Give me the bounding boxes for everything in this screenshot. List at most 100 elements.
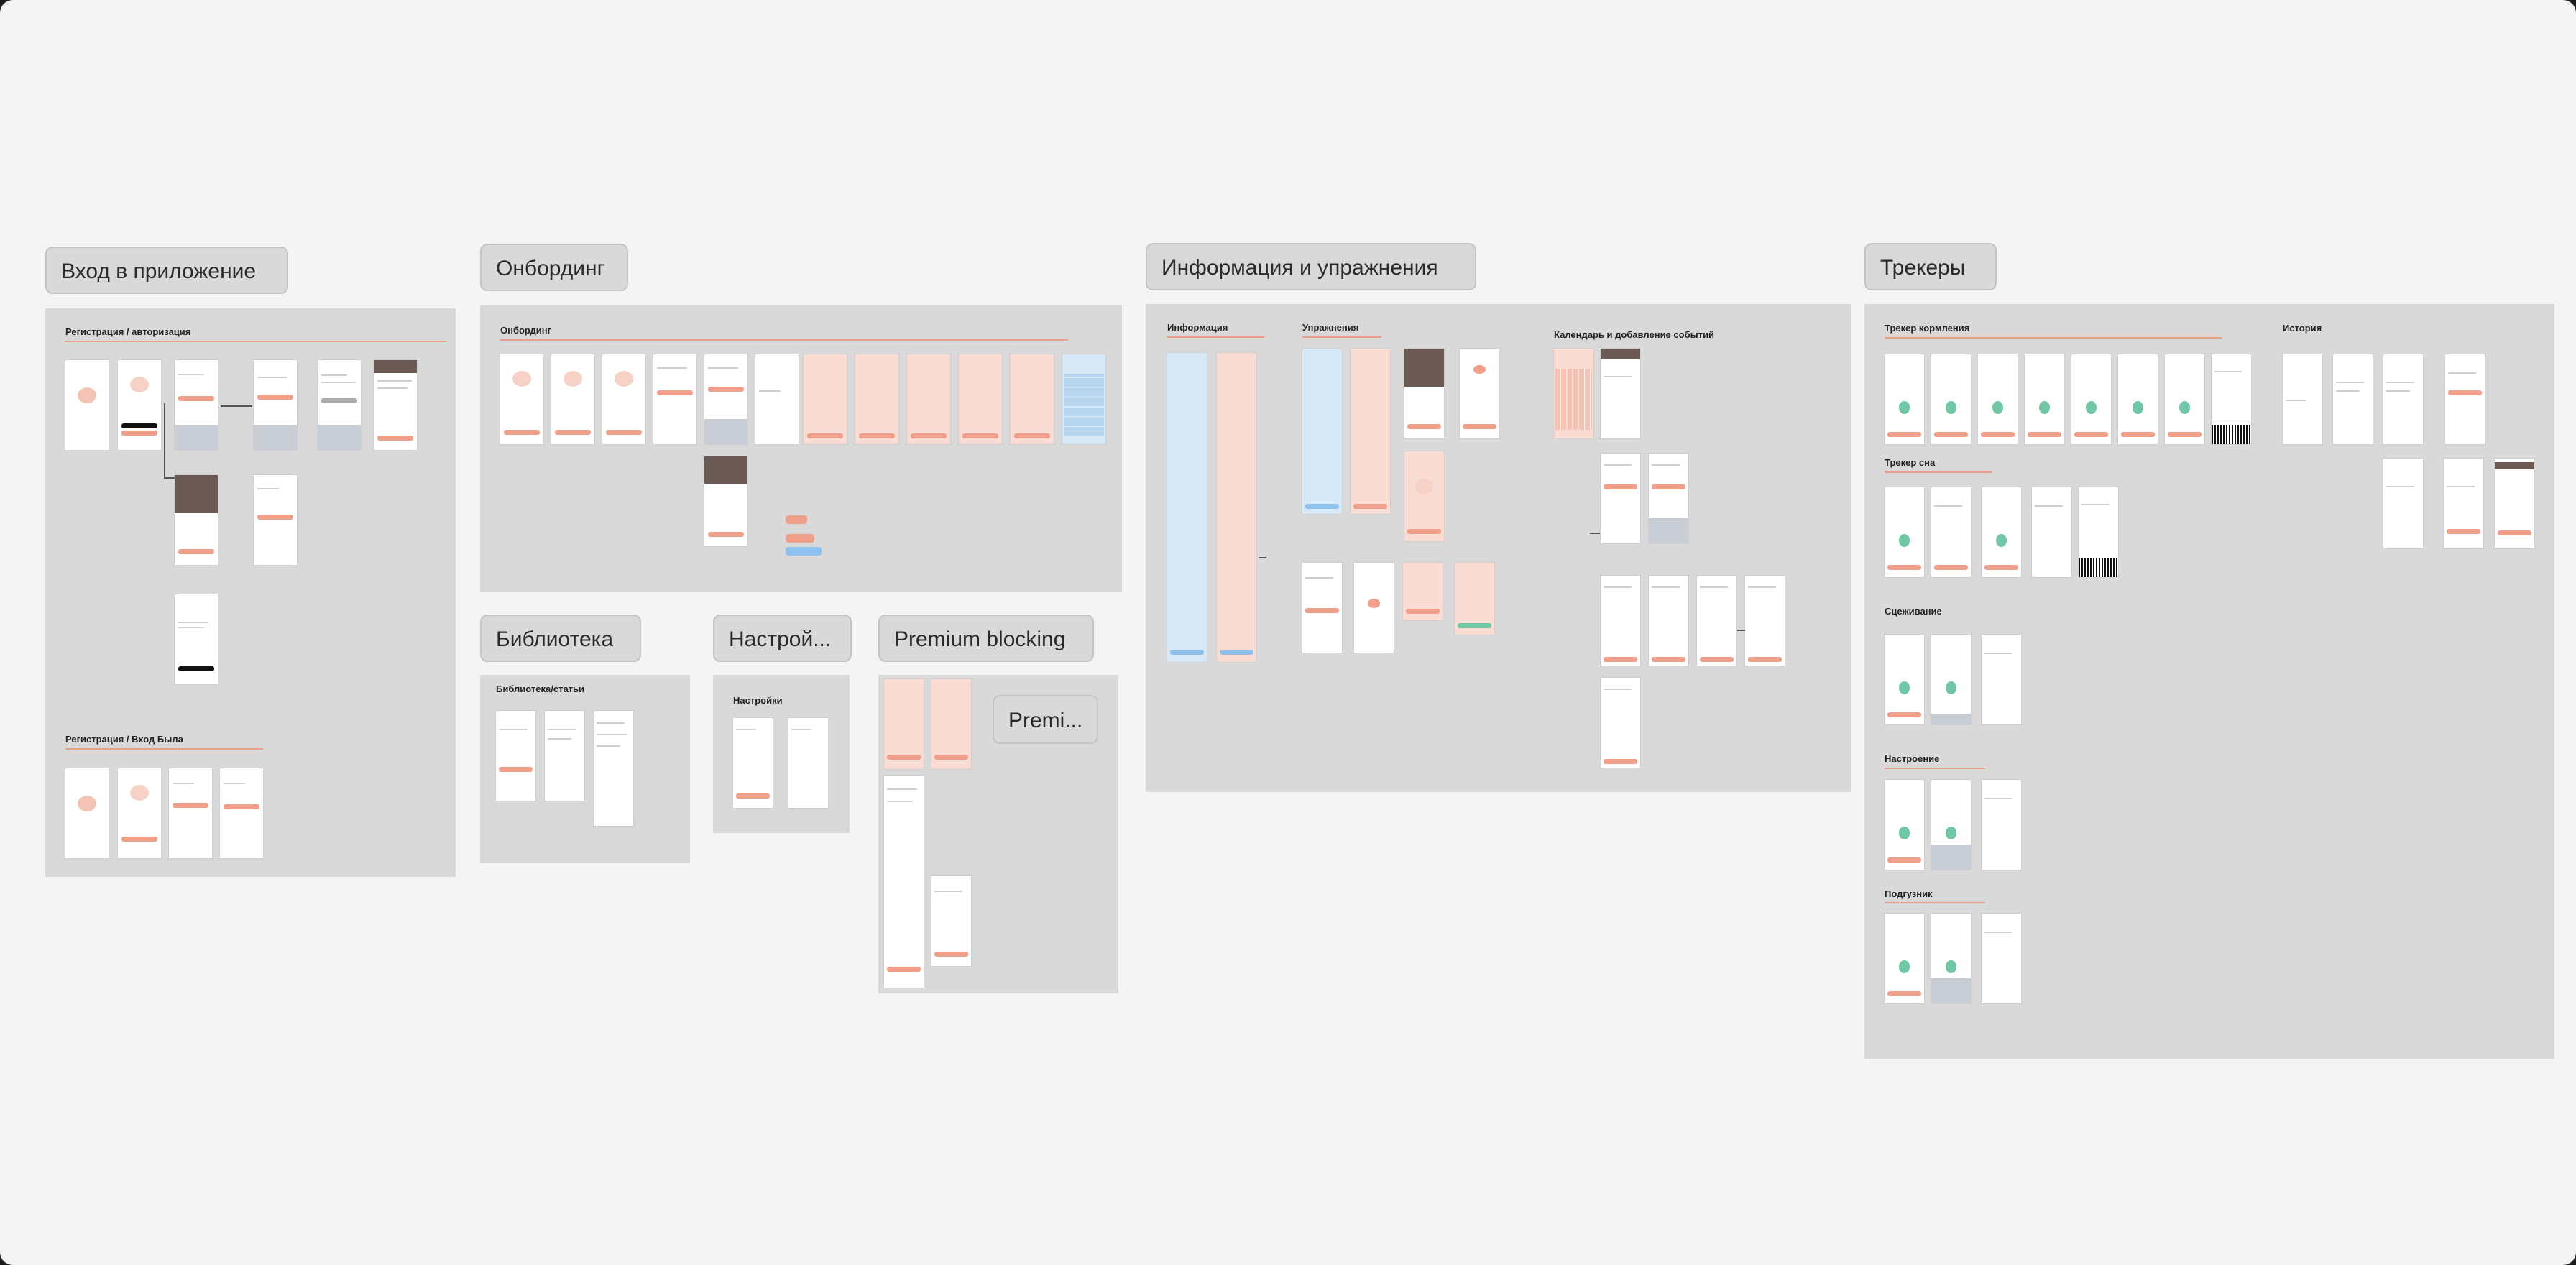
screen-frame[interactable] <box>704 354 748 444</box>
screen-frame[interactable] <box>2333 354 2373 444</box>
screen-frame[interactable] <box>254 475 297 565</box>
component-swatch[interactable] <box>786 534 814 543</box>
screen-frame[interactable] <box>1601 349 1640 438</box>
section-panel-info[interactable]: Информация Упражнения Календарь и добавл… <box>1146 304 1852 792</box>
screen-frame[interactable] <box>169 768 212 858</box>
section-label-entry[interactable]: Вход в приложение <box>45 247 288 294</box>
screen-frame[interactable] <box>2071 354 2111 444</box>
screen-frame[interactable] <box>1885 354 1924 444</box>
screen-frame[interactable] <box>1460 349 1499 438</box>
screen-frame[interactable] <box>1302 349 1342 514</box>
screen-frame[interactable] <box>1885 780 1924 870</box>
section-panel-entry[interactable]: Регистрация / авторизация Регистрация / … <box>45 308 456 877</box>
section-panel-onboarding[interactable]: Онбординг <box>480 305 1122 592</box>
screen-frame[interactable] <box>545 711 584 801</box>
screen-frame[interactable] <box>653 354 696 444</box>
screen-frame[interactable] <box>1354 563 1394 653</box>
screen-frame[interactable] <box>2032 487 2071 577</box>
screen-frame[interactable] <box>1404 349 1444 438</box>
design-canvas[interactable]: Вход в приложение Регистрация / авториза… <box>0 0 2576 1265</box>
screen-frame[interactable] <box>594 711 633 826</box>
screen-frame[interactable] <box>755 354 799 444</box>
screen-frame[interactable] <box>2495 459 2534 548</box>
section-panel-library[interactable]: Библиотека/статьи <box>480 675 690 863</box>
screen-frame[interactable] <box>2118 354 2158 444</box>
screen-frame[interactable] <box>1982 914 2021 1003</box>
screen-frame[interactable] <box>2079 487 2118 577</box>
screen-frame[interactable] <box>1885 914 1924 1003</box>
screen-frame[interactable] <box>175 475 218 565</box>
screen-frame[interactable] <box>1302 563 1342 653</box>
screen-frame[interactable] <box>1982 487 2021 577</box>
screen-frame[interactable] <box>118 768 161 858</box>
screen-frame[interactable] <box>2383 354 2423 444</box>
screen-frame[interactable] <box>704 456 748 546</box>
screen-frame[interactable] <box>2383 459 2423 548</box>
screen-frame[interactable] <box>1011 354 1054 444</box>
screen-frame[interactable] <box>2212 354 2251 444</box>
screen-frame[interactable] <box>1885 635 1924 724</box>
screen-frame[interactable] <box>959 354 1002 444</box>
screen-frame[interactable] <box>551 354 594 444</box>
component-swatch[interactable] <box>786 547 822 556</box>
screen-frame[interactable] <box>1601 576 1640 666</box>
screen-frame[interactable] <box>500 354 543 444</box>
screen-frame[interactable] <box>1885 487 1924 577</box>
screen-frame[interactable] <box>1931 487 1971 577</box>
screen-frame[interactable] <box>1931 914 1971 1003</box>
screen-frame[interactable] <box>1217 353 1256 662</box>
nested-section-label-premium[interactable]: Premi... <box>993 695 1098 744</box>
screen-frame[interactable] <box>175 594 218 684</box>
screen-frame[interactable] <box>1649 454 1688 543</box>
screen-frame[interactable] <box>932 876 971 966</box>
screen-frame[interactable] <box>602 354 645 444</box>
screen-frame[interactable] <box>254 360 297 450</box>
screen-frame[interactable] <box>1403 563 1443 620</box>
screen-frame[interactable] <box>1978 354 2018 444</box>
screen-frame[interactable] <box>1455 563 1494 635</box>
screen-frame[interactable] <box>220 768 263 858</box>
screen-frame[interactable] <box>1931 780 1971 870</box>
screen-frame[interactable] <box>1697 576 1736 666</box>
screen-frame[interactable] <box>1982 780 2021 870</box>
screen-frame[interactable] <box>1982 635 2021 724</box>
section-label-premium[interactable]: Premium blocking <box>878 615 1094 662</box>
screen-frame[interactable] <box>496 711 535 801</box>
component-swatch[interactable] <box>786 515 807 524</box>
screen-frame[interactable] <box>118 360 161 450</box>
screen-frame[interactable] <box>1601 454 1640 543</box>
screen-frame[interactable] <box>2445 354 2485 444</box>
screen-frame[interactable] <box>1601 678 1640 768</box>
section-panel-premium[interactable]: Premi... <box>878 675 1118 993</box>
screen-frame[interactable] <box>855 354 898 444</box>
section-label-library[interactable]: Библиотека <box>480 615 641 662</box>
screen-frame[interactable] <box>804 354 847 444</box>
screen-frame[interactable] <box>1167 353 1207 662</box>
screen-frame[interactable] <box>932 679 971 769</box>
screen-frame[interactable] <box>318 360 361 450</box>
screen-frame[interactable] <box>1554 349 1593 438</box>
screen-frame[interactable] <box>1351 349 1390 514</box>
screen-frame[interactable] <box>884 776 924 988</box>
screen-frame[interactable] <box>884 679 924 769</box>
screen-frame[interactable] <box>1745 576 1785 666</box>
screen-frame[interactable] <box>2444 459 2483 548</box>
screen-frame[interactable] <box>733 718 773 808</box>
screen-frame[interactable] <box>65 360 109 450</box>
screen-frame[interactable] <box>2283 354 2322 444</box>
screen-frame[interactable] <box>1649 576 1688 666</box>
screen-frame[interactable] <box>1931 635 1971 724</box>
screen-frame[interactable] <box>1931 354 1971 444</box>
section-label-settings[interactable]: Настрой... <box>713 615 852 662</box>
screen-frame[interactable] <box>1404 451 1444 541</box>
screen-frame[interactable] <box>907 354 950 444</box>
screen-frame[interactable] <box>788 718 828 808</box>
section-label-onboarding[interactable]: Онбординг <box>480 244 628 291</box>
screen-frame[interactable] <box>65 768 109 858</box>
screen-frame[interactable] <box>2025 354 2064 444</box>
screen-frame[interactable] <box>2165 354 2204 444</box>
section-label-trackers[interactable]: Трекеры <box>1864 243 1997 290</box>
section-panel-trackers[interactable]: Трекер кормления История Трекер сна Сцеж… <box>1864 304 2554 1059</box>
screen-frame[interactable] <box>1062 354 1105 444</box>
screen-frame[interactable] <box>374 360 417 450</box>
